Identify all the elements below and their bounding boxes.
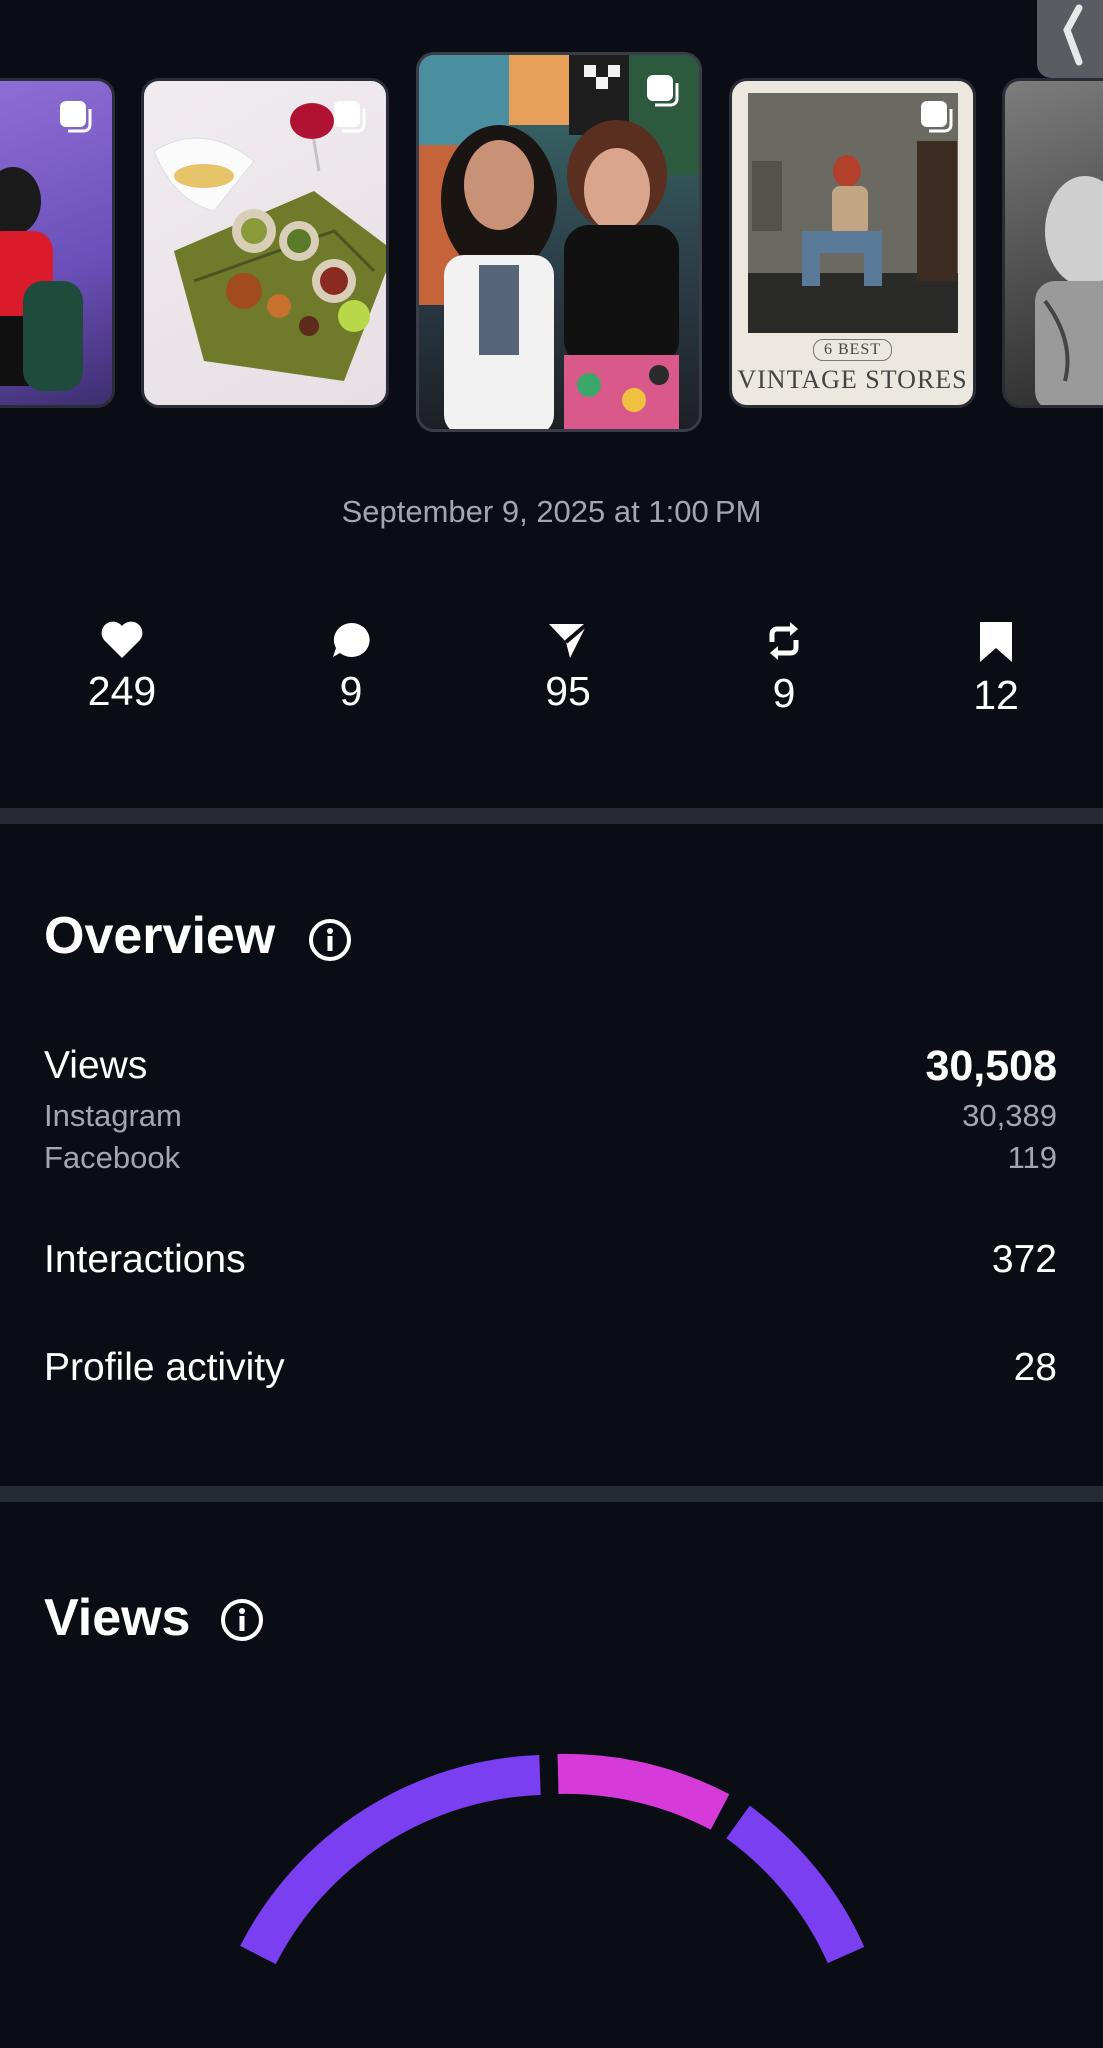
profile-activity-label[interactable]: Profile activity xyxy=(44,1346,285,1390)
bookmark-icon xyxy=(980,622,1012,662)
facebook-value: 119 xyxy=(1007,1140,1057,1175)
post-carousel[interactable]: 6 BEST VINTAGE STORES xyxy=(0,0,1103,460)
post-date: September 9, 2025 at 1:00 PM xyxy=(341,494,762,529)
saves-stat[interactable]: 12 xyxy=(936,620,1056,719)
likes-count: 249 xyxy=(87,668,157,714)
thumbnail-caption: 6 BEST VINTAGE STORES xyxy=(732,339,973,395)
views-value: 30,508 xyxy=(925,1042,1057,1090)
views-gauge-chart xyxy=(240,1753,865,1965)
comment-icon xyxy=(333,622,370,657)
thumbnail-image xyxy=(1035,176,1103,405)
multi-photo-icon xyxy=(647,75,679,107)
gauge-segment-purple-right xyxy=(726,1805,865,1964)
likes-stat[interactable]: 249 xyxy=(62,620,182,715)
reposts-stat[interactable]: 9 xyxy=(724,620,844,717)
views-section-title: Views xyxy=(44,1589,191,1647)
gauge-segment-magenta xyxy=(557,1753,730,1830)
instagram-value: 30,389 xyxy=(962,1098,1057,1133)
instagram-label: Instagram xyxy=(44,1098,182,1133)
multi-photo-icon xyxy=(60,101,92,133)
comments-count: 9 xyxy=(339,668,363,714)
gauge-segment-purple xyxy=(240,1755,541,1965)
post-thumbnail[interactable] xyxy=(1002,78,1103,408)
profile-activity-value: 28 xyxy=(1013,1346,1057,1389)
facebook-label: Facebook xyxy=(44,1140,181,1175)
engagement-stats: 249 9 95 9 12 xyxy=(0,620,1103,740)
shares-count: 95 xyxy=(545,668,591,714)
reposts-count: 9 xyxy=(772,670,796,716)
thumbnail-caption-small: 6 BEST xyxy=(812,339,893,361)
post-thumbnail-selected[interactable] xyxy=(416,52,702,432)
section-divider xyxy=(0,808,1103,824)
back-chevron-icon xyxy=(1063,4,1083,66)
repost-icon xyxy=(769,622,799,660)
interactions-value: 372 xyxy=(991,1238,1057,1281)
shares-stat[interactable]: 95 xyxy=(508,620,628,715)
post-thumbnail[interactable]: 6 BEST VINTAGE STORES xyxy=(729,78,976,408)
thumbnail-caption-large: VINTAGE STORES xyxy=(737,365,968,394)
thumbnail-image xyxy=(419,55,699,429)
saves-count: 12 xyxy=(973,672,1019,718)
section-divider xyxy=(0,1486,1103,1502)
heart-icon xyxy=(101,621,143,658)
views-label: Views xyxy=(44,1044,148,1087)
info-icon[interactable] xyxy=(220,1598,264,1642)
back-button[interactable] xyxy=(1037,0,1103,78)
interactions-label[interactable]: Interactions xyxy=(44,1238,246,1282)
post-thumbnail[interactable] xyxy=(141,78,389,408)
info-icon[interactable] xyxy=(308,918,352,962)
share-icon xyxy=(549,622,589,658)
multi-photo-icon xyxy=(334,101,366,133)
overview-title: Overview xyxy=(44,907,276,965)
comments-stat[interactable]: 9 xyxy=(291,620,411,715)
multi-photo-icon xyxy=(921,101,953,133)
post-thumbnail[interactable] xyxy=(0,78,115,408)
